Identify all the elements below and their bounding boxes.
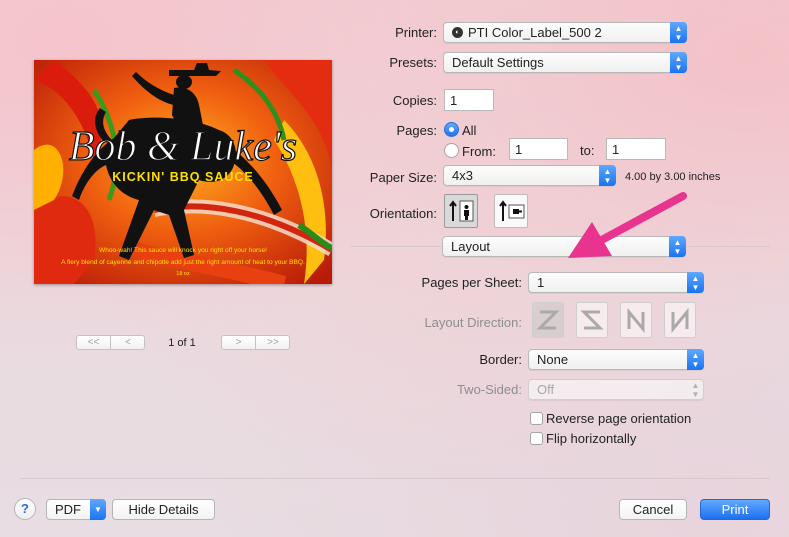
border-popup[interactable]: None ▲ ▼ xyxy=(528,349,704,370)
copies-label: Copies: xyxy=(392,93,437,108)
print-button[interactable]: Print xyxy=(700,499,770,520)
chevron-updown-icon: ▲ ▼ xyxy=(687,349,704,370)
presets-value: Default Settings xyxy=(452,55,544,70)
printer-status-icon: ◐ xyxy=(452,27,463,38)
flip-horizontally-checkbox[interactable] xyxy=(530,432,543,445)
chevron-updown-icon: ▲ ▼ xyxy=(599,165,616,186)
pages-per-sheet-label: Pages per Sheet: xyxy=(421,275,522,290)
layout-direction-z-button[interactable] xyxy=(532,302,564,338)
footer-separator xyxy=(20,478,770,479)
label-line1: Whoo-wah! This sauce will knock you righ… xyxy=(99,247,267,254)
layout-z-icon xyxy=(536,310,560,330)
two-sided-label: Two-Sided: xyxy=(456,382,522,397)
landscape-orientation-button[interactable] xyxy=(494,194,528,228)
label-title: Bob & Luke's xyxy=(69,124,297,170)
pdf-label: PDF xyxy=(55,502,81,517)
chevron-updown-icon: ▲ ▼ xyxy=(670,22,687,43)
pdf-menu-button[interactable]: PDF ▼ xyxy=(46,499,106,520)
pages-per-sheet-popup[interactable]: 1 ▲ ▼ xyxy=(528,272,704,293)
layout-direction-n-button[interactable] xyxy=(620,302,652,338)
reverse-orientation-label: Reverse page orientation xyxy=(546,411,692,426)
layout-direction-reverse-n-button[interactable] xyxy=(664,302,696,338)
help-button[interactable]: ? xyxy=(14,498,36,520)
pages-from-input[interactable]: 1 xyxy=(509,138,568,160)
chevron-down-icon: ▼ xyxy=(90,499,106,520)
next-page-button[interactable]: > xyxy=(222,336,256,349)
pages-all-label: All xyxy=(462,123,477,138)
pages-all-radio[interactable] xyxy=(444,122,459,137)
layout-reverse-n-icon xyxy=(671,307,689,334)
border-label: Border: xyxy=(479,352,522,367)
printer-value: PTI Color_Label_500 2 xyxy=(468,25,602,40)
portrait-icon xyxy=(449,200,474,222)
layout-direction-s-button[interactable] xyxy=(576,302,608,338)
chevron-updown-icon: ▲ ▼ xyxy=(687,272,704,293)
prev-page-button[interactable]: < xyxy=(111,336,145,349)
printer-popup[interactable]: ◐ PTI Color_Label_500 2 ▲ ▼ xyxy=(443,22,687,43)
paper-size-label: Paper Size: xyxy=(369,170,437,185)
flip-horizontally-label: Flip horizontally xyxy=(546,431,637,446)
paper-size-popup[interactable]: 4x3 ▲ ▼ xyxy=(443,165,616,186)
layout-n-icon xyxy=(627,307,645,334)
layout-direction-label: Layout Direction: xyxy=(424,315,522,330)
two-sided-popup: Off ▲ ▼ xyxy=(528,379,704,400)
pages-to-label: to: xyxy=(580,143,595,158)
pager-back-group: << < xyxy=(76,335,145,350)
paper-dimensions: 4.00 by 3.00 inches xyxy=(625,171,721,183)
paper-size-value: 4x3 xyxy=(452,168,473,183)
pages-to-input[interactable]: 1 xyxy=(606,138,666,160)
copies-input[interactable]: 1 xyxy=(444,89,494,111)
annotation-arrow xyxy=(568,192,687,258)
pages-from-radio[interactable] xyxy=(444,143,459,158)
label-subtitle: KICKIN' BBQ SAUCE xyxy=(112,170,254,184)
presets-label: Presets: xyxy=(389,55,437,70)
presets-popup[interactable]: Default Settings ▲ ▼ xyxy=(443,52,687,73)
two-sided-value: Off xyxy=(537,382,555,397)
landscape-icon xyxy=(499,200,525,221)
printer-label: Printer: xyxy=(395,25,437,40)
hide-details-button[interactable]: Hide Details xyxy=(112,499,215,520)
layout-s-icon xyxy=(580,310,604,330)
pages-from-label: From: xyxy=(462,144,496,159)
print-preview: Bob & Luke's KICKIN' BBQ SAUCE Whoo-wah!… xyxy=(34,60,332,284)
portrait-orientation-button[interactable] xyxy=(444,194,478,228)
label-artwork: Bob & Luke's KICKIN' BBQ SAUCE Whoo-wah!… xyxy=(34,60,332,284)
first-page-button[interactable]: << xyxy=(77,336,111,349)
pager-forward-group: > >> xyxy=(221,335,290,350)
orientation-label: Orientation: xyxy=(369,206,437,221)
chevron-updown-icon: ▲ ▼ xyxy=(691,381,700,399)
pages-label: Pages: xyxy=(396,123,437,138)
cancel-button[interactable]: Cancel xyxy=(619,499,687,520)
label-line2: A fiery blend of cayenne and chipotle ad… xyxy=(61,259,305,266)
border-value: None xyxy=(537,352,569,367)
chevron-updown-icon: ▲ ▼ xyxy=(670,52,687,73)
reverse-orientation-checkbox[interactable] xyxy=(530,412,543,425)
page-indicator: 1 of 1 xyxy=(168,337,196,349)
pages-per-sheet-value: 1 xyxy=(537,275,545,290)
label-size: 18 oz xyxy=(176,271,190,277)
last-page-button[interactable]: >> xyxy=(256,336,290,349)
section-value: Layout xyxy=(451,239,491,254)
